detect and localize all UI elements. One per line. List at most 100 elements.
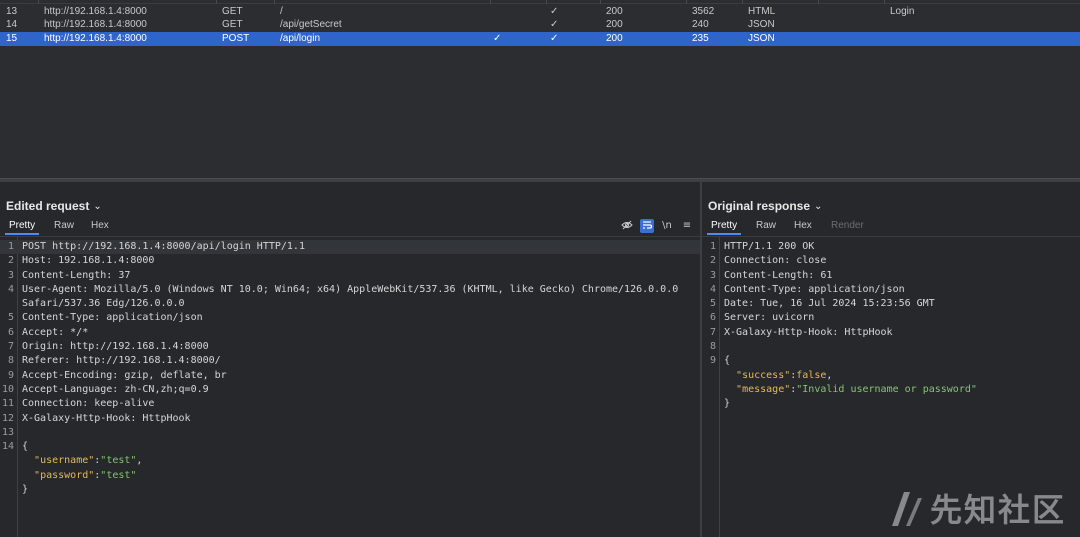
code-line: 2 Host: 192.168.1.4:8000 bbox=[0, 254, 700, 268]
chevron-down-icon: ⌄ bbox=[93, 201, 102, 212]
eye-off-icon[interactable] bbox=[620, 219, 634, 233]
row-length: 3562 bbox=[692, 6, 715, 17]
request-editor[interactable]: 1 POST http://192.168.1.4:8000/api/login … bbox=[0, 236, 700, 537]
line-text: Accept: */* bbox=[22, 326, 89, 338]
line-number: 12 bbox=[1, 412, 14, 424]
code-line: 10 Accept-Language: zh-CN,zh;q=0.9 bbox=[0, 383, 700, 397]
row-method: GET bbox=[222, 6, 243, 17]
code-line: 3 Content-Length: 37 bbox=[0, 269, 700, 283]
tab-raw[interactable]: Raw bbox=[54, 219, 74, 233]
row-host: http://192.168.1.4:8000 bbox=[44, 33, 147, 44]
code-line: 3 Content-Length: 61 bbox=[702, 269, 1080, 283]
line-number: 9 bbox=[709, 355, 716, 367]
line-number: 10 bbox=[1, 383, 14, 395]
code-line: 2 Connection: close bbox=[702, 254, 1080, 268]
line-number: 6 bbox=[7, 326, 14, 338]
line-number: 1 bbox=[7, 241, 14, 252]
code-line: 1 HTTP/1.1 200 OK bbox=[702, 240, 1080, 254]
code-line: 12 X-Galaxy-Http-Hook: HttpHook bbox=[0, 412, 700, 426]
request-view-tabs: Pretty Raw Hex bbox=[0, 219, 700, 235]
row-modified-check: ✓ bbox=[550, 19, 559, 30]
table-row[interactable]: 13 http://192.168.1.4:8000 GET / ✓ 200 3562 HTM… bbox=[0, 5, 1080, 19]
line-text: "password":"test" bbox=[34, 469, 137, 481]
row-modified-check: ✓ bbox=[550, 33, 559, 44]
line-text: Content-Length: 37 bbox=[22, 269, 131, 281]
response-pane: Original response ⌄ Pretty Raw Hex Render… bbox=[702, 182, 1080, 537]
tab-hex[interactable]: Hex bbox=[794, 219, 812, 233]
code-line: Safari/537.36 Edg/126.0.0.0 bbox=[0, 297, 700, 311]
hamburger-menu-icon[interactable]: ≡ bbox=[680, 219, 694, 233]
line-number: 1 bbox=[709, 241, 716, 252]
table-header[interactable] bbox=[0, 0, 1080, 4]
line-text: { bbox=[724, 355, 731, 367]
line-number: 13 bbox=[1, 426, 14, 438]
line-number: 7 bbox=[7, 341, 14, 353]
line-number: 4 bbox=[709, 283, 716, 295]
tab-raw[interactable]: Raw bbox=[756, 219, 776, 233]
line-text: Host: 192.168.1.4:8000 bbox=[22, 255, 155, 267]
line-number: 2 bbox=[7, 255, 14, 267]
line-text: X-Galaxy-Http-Hook: HttpHook bbox=[22, 412, 191, 424]
code-line: 9{ bbox=[702, 354, 1080, 368]
request-title-dropdown[interactable]: Edited request ⌄ bbox=[6, 199, 102, 213]
code-line: 6 Accept: */* bbox=[0, 326, 700, 340]
code-line: 5 Date: Tue, 16 Jul 2024 15:23:56 GMT bbox=[702, 297, 1080, 311]
tab-render[interactable]: Render bbox=[831, 219, 864, 233]
row-host: http://192.168.1.4:8000 bbox=[44, 19, 147, 30]
line-text: "username":"test", bbox=[34, 455, 143, 467]
line-text: } bbox=[22, 484, 29, 496]
line-text: X-Galaxy-Http-Hook: HttpHook bbox=[724, 326, 893, 338]
line-number: 5 bbox=[709, 298, 716, 310]
line-text: Safari/537.36 Edg/126.0.0.0 bbox=[22, 298, 185, 310]
watermark: 先知社区 bbox=[888, 485, 1066, 531]
row-url: /api/login bbox=[280, 33, 321, 44]
code-line: 7 X-Galaxy-Http-Hook: HttpHook bbox=[702, 326, 1080, 340]
row-status: 200 bbox=[606, 33, 623, 44]
response-title: Original response bbox=[708, 199, 811, 213]
code-line: 4 User-Agent: Mozilla/5.0 (Windows NT 10.… bbox=[0, 283, 700, 297]
xianzhi-logo-icon bbox=[891, 492, 922, 526]
tab-pretty[interactable]: Pretty bbox=[706, 219, 742, 235]
line-number: 3 bbox=[7, 269, 14, 281]
row-url: / bbox=[280, 6, 283, 17]
request-title: Edited request bbox=[6, 199, 90, 213]
proxy-history-table: 13 http://192.168.1.4:8000 GET / ✓ 200 3562 HTM… bbox=[0, 0, 1080, 180]
row-number: 14 bbox=[6, 19, 18, 30]
line-text: Content-Type: application/json bbox=[22, 312, 203, 324]
code-line: "success":false, bbox=[702, 369, 1080, 383]
code-line: 14 { bbox=[0, 440, 700, 454]
line-text: Accept-Language: zh-CN,zh;q=0.9 bbox=[22, 383, 209, 395]
word-wrap-icon[interactable] bbox=[640, 219, 654, 233]
code-line: } bbox=[702, 397, 1080, 411]
line-text: "message":"Invalid username or password" bbox=[736, 383, 977, 395]
tab-pretty[interactable]: Pretty bbox=[4, 219, 40, 235]
code-line: "username":"test", bbox=[0, 454, 700, 468]
line-text: Referer: http://192.168.1.4:8000/ bbox=[22, 355, 221, 367]
code-line: 1 POST http://192.168.1.4:8000/api/login … bbox=[0, 240, 700, 255]
newline-toggle[interactable]: \n bbox=[660, 219, 674, 233]
table-row[interactable]: 14 http://192.168.1.4:8000 GET/api/getSecr… bbox=[0, 18, 1080, 32]
line-number: 4 bbox=[7, 283, 14, 295]
tab-hex[interactable]: Hex bbox=[91, 219, 109, 233]
row-mime: HTML bbox=[748, 6, 776, 17]
response-title-dropdown[interactable]: Original response ⌄ bbox=[708, 199, 822, 213]
chevron-down-icon: ⌄ bbox=[814, 201, 823, 212]
line-text: Server: uvicorn bbox=[724, 312, 815, 324]
code-line: "password":"test" bbox=[0, 469, 700, 483]
table-row[interactable]: 15 http://192.168.1.4:8000 POST/api/login ✓… bbox=[0, 32, 1080, 46]
line-number: 2 bbox=[709, 255, 716, 267]
code-line: } bbox=[0, 483, 700, 497]
row-edited-check: ✓ bbox=[493, 33, 502, 44]
request-toolbar: \n ≡ bbox=[620, 219, 694, 233]
row-host: http://192.168.1.4:8000 bbox=[44, 6, 147, 17]
line-text: Accept-Encoding: gzip, deflate, br bbox=[22, 369, 227, 381]
row-title: Login bbox=[890, 6, 915, 17]
line-text: Content-Length: 61 bbox=[724, 269, 833, 281]
line-text: { bbox=[22, 441, 29, 453]
line-text: "success":false, bbox=[736, 369, 833, 381]
line-number: 9 bbox=[7, 369, 14, 381]
row-method: POST bbox=[222, 33, 250, 44]
row-method: GET bbox=[222, 19, 243, 30]
line-text: User-Agent: Mozilla/5.0 (Windows NT 10.0… bbox=[22, 283, 679, 295]
line-number: 8 bbox=[709, 341, 716, 353]
